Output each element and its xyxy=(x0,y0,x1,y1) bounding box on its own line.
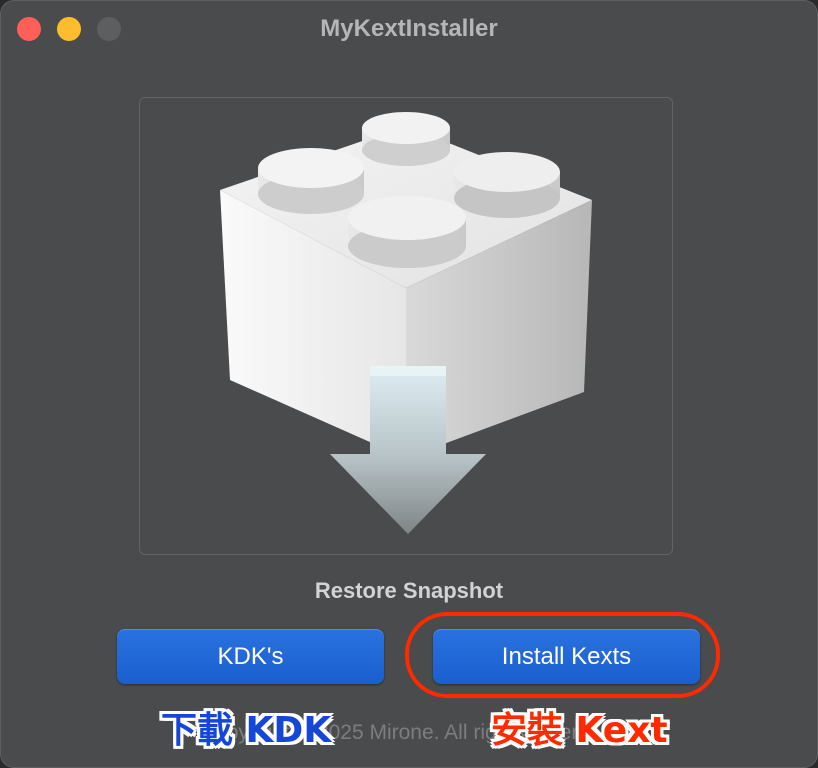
kext-lego-brick-download-icon xyxy=(220,112,592,534)
annotation-install-kext: 安裝 Kext xyxy=(491,710,668,751)
annotation-download-kdk: 下載 KDK xyxy=(161,710,332,751)
restore-snapshot-label[interactable]: Restore Snapshot xyxy=(1,578,817,604)
kext-image-well xyxy=(139,97,673,555)
window-title: MyKextInstaller xyxy=(320,15,498,42)
copyright-text: Copyright © 2025 Mirone. All rights rese… xyxy=(199,721,619,744)
install-kexts-button[interactable]: Install Kexts xyxy=(433,629,700,684)
kdks-button[interactable]: KDK's xyxy=(117,629,384,684)
title-bar[interactable]: MyKextInstaller xyxy=(1,1,817,57)
app-window: MyKextInstaller Restore Snapshot KDK's I… xyxy=(0,0,818,768)
